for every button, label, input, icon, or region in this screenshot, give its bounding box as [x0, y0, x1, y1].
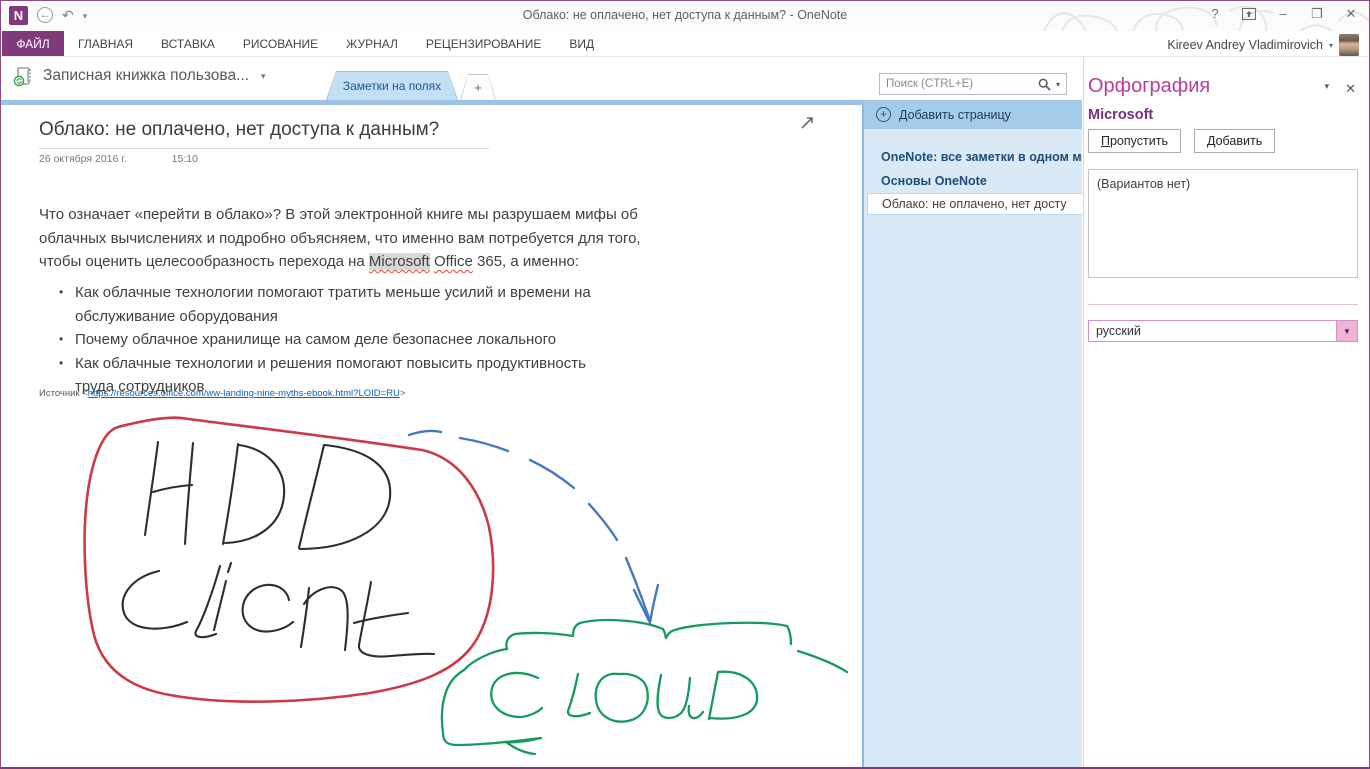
add-to-dictionary-button[interactable]: Добавить — [1194, 129, 1275, 153]
ink-client-label[interactable] — [123, 563, 434, 657]
spelling-pane: Орфография ▾ ✕ Microsoft Пропустить Доба… — [1083, 57, 1370, 768]
search-placeholder: Поиск (CTRL+E) — [886, 78, 1038, 90]
minimize-button[interactable]: – — [1271, 4, 1295, 24]
maximize-button[interactable]: ❐ — [1305, 4, 1329, 24]
tab-review[interactable]: РЕЦЕНЗИРОВАНИЕ — [412, 31, 555, 56]
ink-cloud-shape[interactable] — [442, 620, 847, 754]
search-icon — [1038, 78, 1051, 91]
language-caret-icon[interactable]: ▼ — [1336, 321, 1357, 341]
pane-options-caret-icon[interactable]: ▾ — [1325, 81, 1330, 97]
add-page-button[interactable]: + Добавить страницу — [864, 100, 1082, 129]
tab-view[interactable]: ВИД — [555, 31, 608, 56]
notebook-sync-icon — [13, 65, 35, 87]
suggestions-listbox[interactable]: (Вариантов нет) — [1088, 169, 1358, 278]
tab-history[interactable]: ЖУРНАЛ — [332, 31, 412, 56]
spelling-pane-title: Орфография — [1088, 75, 1210, 98]
tab-home[interactable]: ГЛАВНАЯ — [64, 31, 147, 56]
pane-close-icon[interactable]: ✕ — [1345, 81, 1356, 97]
account-name: Kireev Andrey Vladimirovich — [1167, 38, 1323, 52]
notebook-dropdown[interactable]: Записная книжка пользова... ▾ — [13, 65, 266, 87]
misspelled-word-display: Microsoft — [1088, 107, 1153, 123]
search-scope-caret-icon[interactable]: ▾ — [1056, 80, 1060, 89]
tab-file[interactable]: ФАЙЛ — [2, 31, 64, 56]
page-tab-cloud-selected[interactable]: Облако: не оплачено, нет досту — [867, 193, 1082, 215]
ink-drawing[interactable] — [1, 105, 862, 768]
account-caret-icon: ▾ — [1329, 41, 1333, 50]
ignore-button[interactable]: Пропустить — [1088, 129, 1181, 153]
language-value: русский — [1089, 324, 1336, 338]
page-tab-onenote-notes[interactable]: OneNote: все заметки в одном м — [881, 150, 1082, 164]
notebook-name: Записная книжка пользова... — [43, 67, 249, 85]
page-list-panel: + Добавить страницу OneNote: все заметки… — [864, 100, 1082, 768]
search-input[interactable]: Поиск (CTRL+E) ▾ — [879, 73, 1067, 95]
tab-draw[interactable]: РИСОВАНИЕ — [229, 31, 332, 56]
tab-insert[interactable]: ВСТАВКА — [147, 31, 229, 56]
help-button[interactable]: ? — [1203, 4, 1227, 24]
window-title: Облако: не оплачено, нет доступа к данны… — [1, 8, 1369, 22]
page-tab-onenote-basics[interactable]: Основы OneNote — [881, 174, 987, 188]
section-tab-margin-notes[interactable]: Заметки на полях — [326, 71, 458, 100]
window-controls: ? – ❐ ✕ — [1203, 4, 1363, 24]
new-section-tab[interactable]: + — [460, 74, 496, 100]
ink-hdd-label[interactable] — [145, 442, 390, 549]
add-page-plus-icon: + — [876, 107, 891, 122]
account-area[interactable]: Kireev Andrey Vladimirovich ▾ — [1167, 34, 1359, 56]
ribbon-display-options-button[interactable] — [1237, 4, 1261, 24]
notebook-caret-icon: ▾ — [261, 71, 266, 82]
close-button[interactable]: ✕ — [1339, 4, 1363, 24]
avatar[interactable] — [1339, 34, 1359, 56]
page-canvas[interactable]: Облако: не оплачено, нет доступа к данны… — [1, 105, 862, 768]
titlebar: N ← ↶ ▾ Облако: не оплачено, нет доступа… — [1, 1, 1369, 31]
ink-red-circle[interactable] — [85, 418, 494, 702]
pane-divider — [1088, 304, 1358, 305]
language-dropdown[interactable]: русский ▼ — [1088, 320, 1358, 342]
ribbon-tab-row: ФАЙЛ ГЛАВНАЯ ВСТАВКА РИСОВАНИЕ ЖУРНАЛ РЕ… — [1, 31, 1369, 56]
onenote-window: N ← ↶ ▾ Облако: не оплачено, нет доступа… — [0, 0, 1370, 769]
ink-cloud-label[interactable] — [491, 672, 757, 722]
